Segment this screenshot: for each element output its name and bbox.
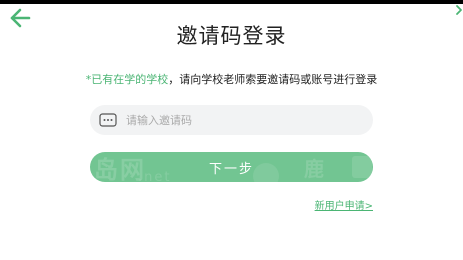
top-bar bbox=[0, 0, 463, 4]
svg-text:鹿: 鹿 bbox=[304, 157, 326, 181]
chevron-right-icon[interactable] bbox=[455, 4, 463, 16]
next-step-label: 下一步 bbox=[208, 161, 254, 177]
login-hint: *已有在学的学校，请向学校老师索要邀请码或账号进行登录 bbox=[0, 72, 463, 88]
keypad-icon bbox=[98, 112, 118, 128]
svg-text:.net: .net bbox=[138, 170, 171, 182]
new-user-apply-link[interactable]: 新用户申请> bbox=[315, 200, 373, 214]
invite-code-input[interactable] bbox=[124, 112, 358, 128]
hint-text: ，请向学校老师索要邀请码或账号进行登录 bbox=[168, 73, 378, 86]
next-step-button[interactable]: 岛网 .net 鹿 下一步 bbox=[90, 152, 373, 182]
page-title: 邀请码登录 bbox=[176, 24, 287, 48]
invite-code-field[interactable] bbox=[90, 105, 373, 135]
hint-highlight: *已有在学的学校 bbox=[85, 73, 169, 86]
svg-text:岛网: 岛网 bbox=[94, 156, 146, 182]
